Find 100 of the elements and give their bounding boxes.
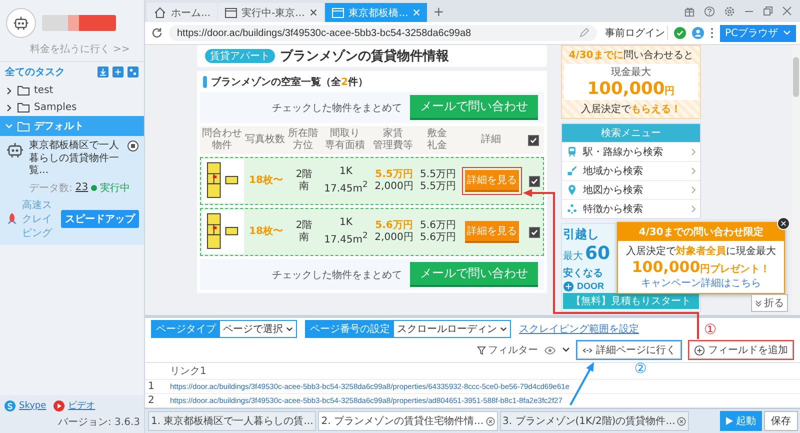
filter-icon[interactable] — [477, 346, 486, 354]
grid-icon[interactable] — [127, 66, 139, 78]
caret-icon[interactable] — [562, 346, 570, 354]
detail-page-button[interactable]: 詳細ページに行く — [577, 341, 681, 359]
prize-amount: 100,000円プレゼント！ — [630, 258, 772, 276]
campaign-link[interactable]: キャンペーン詳細はこちら — [618, 276, 784, 293]
plus-icon[interactable] — [112, 66, 124, 78]
floor-plan-drawing — [202, 210, 244, 254]
menu-item[interactable]: 地図から検索 — [562, 180, 700, 199]
new-tab-button[interactable]: + — [428, 3, 450, 22]
table-cell-text: 5.6万円 5.6万円 — [419, 220, 457, 244]
pencil-icon[interactable] — [578, 28, 589, 38]
stop-icon[interactable] — [127, 140, 139, 152]
task-tab[interactable]: 2. ブランメゾンの賃貸住宅物件情... — [318, 411, 498, 431]
check-icon — [530, 228, 538, 236]
page-title: ブランメゾンの賃貸物件情報 — [280, 48, 449, 65]
annotation-number: ① — [704, 323, 717, 337]
cash-label: 現金最大 — [610, 66, 652, 79]
range-link[interactable]: スクレイピング範囲を設定 — [519, 322, 639, 336]
campaign-text: 4/30までに問い合わせると — [568, 49, 694, 62]
footer-link[interactable]: Skype — [19, 400, 46, 410]
close-icon[interactable] — [782, 6, 792, 16]
floor-plan-drawing — [202, 159, 244, 203]
collapse-button[interactable]: 折る — [751, 294, 788, 312]
chevron-icon — [691, 167, 696, 175]
pre-login-button[interactable]: 事前ログイン — [602, 26, 668, 40]
save-button[interactable]: 保存 — [764, 411, 798, 431]
table-cell-text: 2階 南 — [294, 220, 314, 244]
all-tasks-title: 全てのタスク — [5, 66, 66, 79]
table-cell-text: 18枚〜 — [248, 174, 284, 188]
download-icon[interactable] — [97, 66, 109, 78]
menu-title: 検索メニュー — [562, 124, 700, 142]
field-label: ページ番号の設定 — [306, 321, 394, 337]
filter-button[interactable]: フィルター — [477, 343, 538, 357]
prize-amount: 100,000円 — [586, 79, 676, 99]
popup-text: 入居決定で対象者全員に現金最大 — [625, 244, 777, 258]
banner-text: 安くなる — [563, 266, 603, 280]
table-cell-text: 1K 17.45m$^{2}$ — [323, 166, 369, 196]
close-icon[interactable] — [677, 416, 686, 426]
avatar — [6, 8, 36, 38]
settings-icon[interactable] — [724, 6, 735, 16]
menu-item[interactable]: 特徴から検索 — [562, 199, 700, 218]
data-count-label: データ数: — [29, 182, 72, 194]
menu-item[interactable]: 駅・路線から検索 — [562, 142, 700, 161]
checkbox[interactable] — [528, 134, 538, 146]
menu-item[interactable]: 地域から検索 — [562, 161, 700, 180]
table-cell-text: 18枚〜 — [248, 226, 284, 238]
video-icon — [53, 400, 66, 412]
eye-icon[interactable] — [544, 346, 556, 354]
task-title[interactable]: 東京都板橋区で一人暮らしの賃貸物件一覧... — [29, 140, 123, 178]
browser-tab[interactable]: 実行中-東京... — [218, 3, 324, 22]
footer-link[interactable]: ビデオ — [68, 399, 96, 412]
column-header: 問合わせ物件 — [201, 128, 243, 152]
checkbox[interactable] — [528, 226, 540, 238]
status-dot-icon — [91, 184, 98, 190]
caret-icon — [500, 326, 507, 332]
folder-icon — [17, 102, 30, 113]
skype-icon — [4, 400, 16, 412]
logo-text: DOOR — [577, 281, 604, 292]
heading-marker — [203, 76, 207, 88]
data-count-link[interactable]: 23 — [75, 182, 88, 193]
field-label: ページタイプ — [152, 321, 220, 337]
rocket-icon — [5, 212, 19, 226]
task-tab[interactable]: 1. 東京都板橋区で一人暮らしの賃... — [148, 411, 316, 431]
chevron-icon — [691, 186, 696, 194]
chevron-icon — [691, 148, 696, 156]
double-chevron-icon — [755, 300, 762, 306]
user-icon[interactable] — [692, 27, 704, 39]
close-button[interactable] — [777, 217, 790, 230]
url-field[interactable]: https://door.ac/buildings/3f49530c-acee-5bb3-bc54-3258da6c99a8 — [169, 25, 597, 41]
map-pin-icon — [566, 184, 578, 196]
column-header: 写真枚数 — [244, 134, 286, 146]
folder-item[interactable]: Samples — [0, 99, 144, 116]
folder-icon — [17, 85, 30, 96]
table-cell-text: 1K 17.45m$^{2}$ — [323, 217, 369, 247]
caret-icon[interactable] — [5, 86, 13, 94]
refresh-icon[interactable] — [151, 27, 163, 39]
task-tab[interactable]: 3. ブランメゾン(1K/2階)の賃貸物件... — [500, 411, 690, 431]
table-cell-text: 5.6万円 2,000円 — [374, 220, 414, 244]
check-circle-icon[interactable] — [674, 27, 686, 39]
close-icon[interactable] — [486, 416, 495, 426]
add-field-button[interactable]: フィールドを追加 — [689, 341, 793, 359]
gift-icon[interactable] — [684, 6, 695, 16]
browser-tab[interactable]: ホーム... — [147, 3, 217, 22]
dots-icon — [566, 203, 578, 215]
column-header: 敷金 礼金 — [426, 128, 448, 152]
banner-number: 60 — [585, 244, 610, 265]
column-header: 家賃 管理費等 — [372, 128, 414, 152]
help-icon[interactable] — [704, 6, 715, 16]
caret-icon[interactable] — [5, 104, 13, 112]
more-icon[interactable] — [710, 27, 714, 39]
folder-item[interactable]: test — [0, 82, 144, 99]
mode-text: 高速スクレイピング — [22, 198, 53, 240]
close-icon[interactable] — [308, 8, 318, 17]
caret-icon — [783, 29, 791, 37]
restore-icon[interactable] — [763, 6, 773, 16]
banner-headline: 引越し — [563, 226, 599, 243]
play-icon — [726, 417, 733, 425]
checkbox[interactable] — [528, 176, 540, 186]
annotation-arrow — [570, 362, 594, 406]
